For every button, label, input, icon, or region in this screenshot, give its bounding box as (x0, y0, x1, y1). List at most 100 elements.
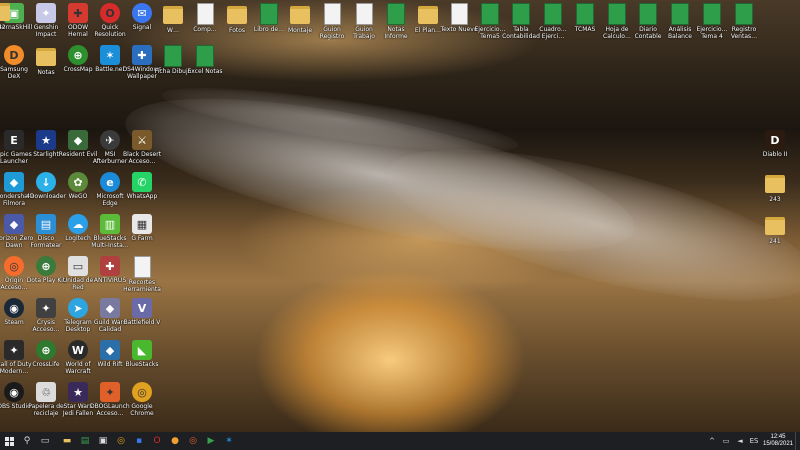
desktop-icon[interactable]: 243 (760, 172, 790, 214)
desktop-icon[interactable]: ✚ DS4Windows Wallpaper (122, 45, 162, 87)
desktop-icon[interactable]: Registro Ventas… (729, 3, 759, 45)
desktop-icon[interactable]: D Samsung DeX (0, 45, 29, 87)
desktop-icon[interactable]: W World of Warcraft (63, 340, 93, 382)
desktop-icon[interactable]: Cuadro… Ejerci… (538, 3, 568, 45)
sheet-app-button[interactable]: ▤ (76, 432, 94, 450)
desktop-icon[interactable]: Análisis Balance (665, 3, 695, 45)
opera-button[interactable]: O (148, 432, 166, 450)
spreadsheet-icon (164, 45, 182, 67)
whatsapp-icon: ✆ (132, 172, 152, 192)
desktop-icon[interactable]: e Microsoft Edge (95, 172, 125, 214)
desktop-icon[interactable]: Diario Contable (633, 3, 663, 45)
desktop-icon[interactable]: ✚ ANTIVIRUS (94, 256, 126, 298)
desktop-icon[interactable]: O Quick Resolution (94, 3, 126, 45)
desktop-icon[interactable]: 242 (0, 0, 15, 42)
show-desktop-button[interactable] (795, 432, 800, 450)
desktop-icon[interactable]: V Battlefield V (124, 298, 160, 340)
desktop-icon[interactable]: ★ Starlight (31, 130, 61, 172)
desktop-icon[interactable]: ✿ WeGO (63, 172, 93, 214)
battlenet-button[interactable]: ✶ (220, 432, 238, 450)
desktop-icon[interactable]: ☁ Logitech (63, 214, 93, 256)
language-icon[interactable]: ES (749, 436, 759, 446)
desktop-icon[interactable]: ◆ Resident Evil (59, 130, 97, 172)
desktop-icon[interactable]: Ficha Dibujo (155, 45, 191, 87)
clock-time: 12:45 (770, 434, 786, 440)
task-view-icon: ▭ (40, 436, 50, 446)
desktop-icon[interactable]: ✚ ODOW Hernal (63, 3, 93, 45)
desktop-icon-label: 242 (0, 24, 6, 31)
desktop-icon[interactable]: Comp… (190, 3, 220, 45)
media-button[interactable]: ▶ (202, 432, 220, 450)
desktop-icon[interactable]: Recortes Herramienta (123, 256, 161, 298)
desktop-icon[interactable]: ◆Wondershare Filmora (0, 172, 34, 214)
desktop-icon[interactable]: ⊕ Dota Play Kit (27, 256, 65, 298)
desktop-icon[interactable]: ⊕ CrossLife (31, 340, 61, 382)
desktop-icon[interactable]: ✦Call of Duty Modern… (0, 340, 32, 382)
desktop-icon[interactable]: Fotos (222, 3, 252, 45)
clock[interactable]: 12:45 15/08/2021 (761, 434, 795, 448)
desktop-icon[interactable]: ✦DBOGLauncher Acceso… (90, 382, 130, 424)
desktop: ▣EternaSkHill✦Genshin Impact✚ODOW Hernal… (0, 0, 800, 432)
desktop-icon[interactable]: ➤ Telegram Desktop (63, 298, 93, 340)
desktop-icon-label: Excel Notas (187, 68, 223, 75)
desktop-icon[interactable]: Notas Informe (381, 3, 411, 45)
desktop-icon[interactable]: ◉ Steam (0, 298, 29, 340)
game-icon: ✦ (4, 340, 24, 360)
document-icon (450, 3, 468, 25)
desktop-icon[interactable]: D Diablo II (760, 130, 790, 172)
desktop-icon[interactable]: Libro de… (254, 3, 284, 45)
desktop-icon[interactable]: ⚔ Black Desert Acceso… (123, 130, 161, 172)
desktop-icon[interactable]: Tabla Contabilidad (502, 3, 540, 45)
battlefield-icon: V (132, 298, 152, 318)
desktop-icon[interactable]: Ejercicio… Tema 4 (696, 3, 728, 45)
desktop-icon[interactable]: Notas (31, 45, 61, 87)
desktop-icon-label: Black Desert Acceso… (122, 151, 162, 165)
desktop-icon[interactable]: TCMAS (570, 3, 600, 45)
chrome-active-button[interactable]: ◎ (184, 432, 202, 450)
desktop-icon[interactable]: ◆ Guild Wars Calidad (94, 298, 126, 340)
desktop-icon[interactable]: ▭ Unidad de Red (63, 256, 93, 298)
desktop-icon[interactable]: ◣ BlueStacks (125, 340, 159, 382)
edge-icon: e (100, 172, 120, 192)
volume-icon[interactable]: ◄ (735, 436, 745, 446)
task-view-button[interactable]: ▭ (36, 432, 54, 450)
desktop-icon[interactable]: ◆ Wild Rift (95, 340, 125, 382)
ball-button[interactable]: ● (166, 432, 184, 450)
desktop-icon[interactable]: ▦ G Farm (127, 214, 157, 256)
chat-button[interactable]: ▪ (130, 432, 148, 450)
chevron-up-icon[interactable]: ^ (707, 436, 717, 446)
desktop-icon[interactable]: ◆Horizon Zero Dawn (0, 214, 33, 256)
desktop-icon[interactable]: ▤ Disco Formatear (31, 214, 61, 256)
desktop-icon[interactable]: ✶ Battle.net (95, 45, 125, 87)
cloud-icon: ☁ (68, 214, 88, 234)
desktop-icon[interactable]: Guion Trabajo (349, 3, 379, 45)
desktop-icon[interactable]: ✉ Signal (127, 3, 157, 45)
desktop-icon[interactable]: ✆ WhatsApp (127, 172, 157, 214)
desktop-icon[interactable]: ✦ Genshin Impact (31, 3, 61, 45)
desktop-icon[interactable]: ↓ 4Downloader (26, 172, 66, 214)
globe-icon: ⊕ (68, 45, 88, 65)
desktop-icon-label: BlueStacks (125, 361, 159, 368)
desktop-icon[interactable]: 241 (760, 214, 790, 256)
desktop-icon[interactable]: ✦ Crysis Acceso… (31, 298, 61, 340)
desktop-icon[interactable]: ▥ BlueStacks Multi-Insta… (91, 214, 129, 256)
desktop-icon[interactable]: Excel Notas (187, 45, 223, 87)
desktop-icon[interactable]: Montaje (285, 3, 315, 45)
chrome-button[interactable]: ◎ (112, 432, 130, 450)
desktop-icon[interactable]: EEpic Games Launcher (0, 130, 32, 172)
desktop-icon[interactable]: ◉ OBS Studio (0, 382, 31, 424)
store-button[interactable]: ▣ (94, 432, 112, 450)
network-icon[interactable]: ▭ (721, 436, 731, 446)
desktop-icon[interactable]: El Plan… (413, 3, 443, 45)
search-button[interactable]: ⚲ (18, 432, 36, 450)
desktop-icon[interactable]: ◎ Google Chrome (127, 382, 157, 424)
desktop-icon[interactable]: ⊕ CrossMap (63, 45, 93, 87)
file-explorer-button[interactable]: ▬ (58, 432, 76, 450)
desktop-icon[interactable]: ★Star Wars Jedi Fallen Order (63, 382, 93, 424)
desktop-icon[interactable]: W… (158, 3, 188, 45)
desktop-icon[interactable]: Guion Registro (317, 3, 347, 45)
start-button[interactable] (0, 432, 18, 450)
desktop-icon[interactable]: ♲ Papelera de reciclaje (28, 382, 64, 424)
desktop-icon[interactable]: ◎ Origin Acceso… (0, 256, 29, 298)
desktop-icon[interactable]: ✈ MSI Afterburner (93, 130, 127, 172)
